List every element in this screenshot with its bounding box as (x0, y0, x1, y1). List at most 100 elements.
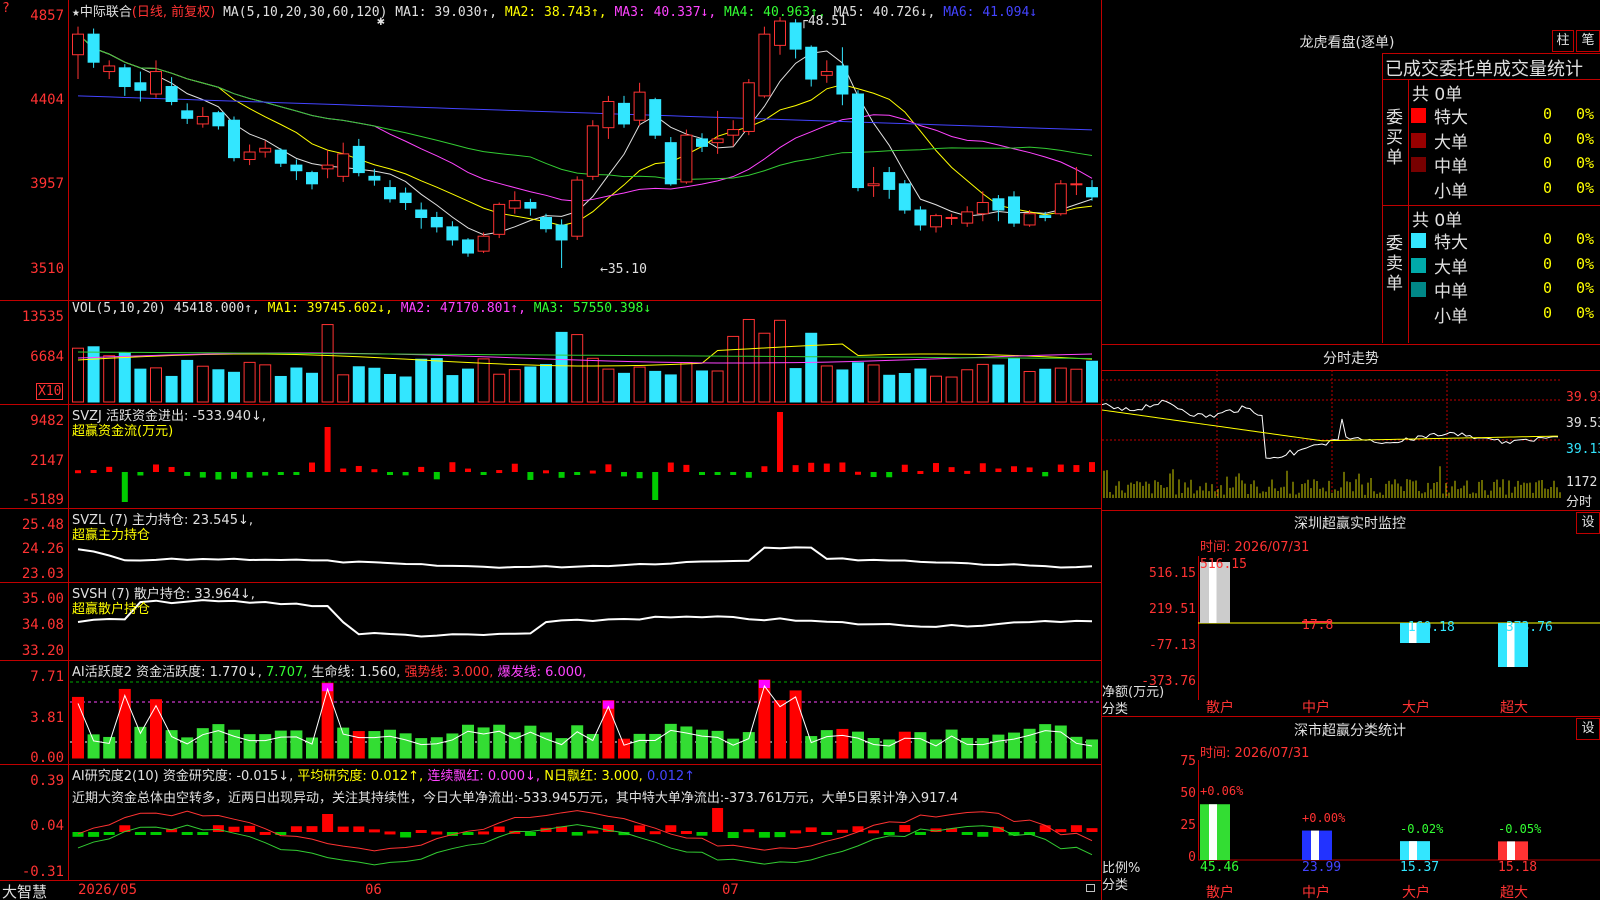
ai-research-bar (899, 825, 911, 832)
ai-research-bar (524, 832, 536, 836)
ai-active-bar (524, 725, 537, 759)
svzj-bar (340, 468, 347, 472)
sell-row-label: 小单 (1434, 306, 1468, 327)
monitor-cat: 散户 (1206, 700, 1234, 716)
price-tick: 4404 (30, 92, 64, 108)
candle-body (1054, 183, 1067, 215)
candle-body (820, 71, 833, 76)
vol-bar (87, 346, 100, 403)
vol-bar (992, 364, 1005, 403)
ai-active-bar (1054, 725, 1067, 759)
classify-cat: 大户 (1402, 885, 1430, 900)
vol-bar (867, 364, 880, 403)
classify-tick: 75 (1180, 754, 1196, 769)
vol-label: VOL(5,10,20) (72, 301, 166, 316)
ai-research-bar (805, 827, 817, 832)
classify-value: 15.37 (1400, 860, 1440, 875)
ai-active-bar (898, 731, 911, 759)
intraday-vol-tick: 1172 (1566, 475, 1598, 490)
ai-research-bar (415, 830, 427, 834)
vol-bar (337, 374, 350, 403)
svzj-bar (1057, 464, 1064, 472)
classify-settings-button[interactable]: 设 (1576, 718, 1600, 740)
ai-active-bar (290, 730, 303, 759)
candle-body (727, 129, 740, 136)
candle-body (399, 192, 412, 204)
intraday-avg-line (1102, 409, 1559, 442)
candle-body (196, 115, 209, 125)
sell-row-pct: 0% (1576, 303, 1595, 322)
ai-research-bar (400, 832, 412, 838)
vol-tick: 6684 (30, 349, 64, 365)
intraday-chart[interactable] (1102, 370, 1600, 510)
svzj-bar (496, 470, 503, 474)
classify-change: -0.05% (1498, 822, 1542, 836)
svsh-sub: 超赢散户持仓 (72, 602, 151, 617)
ai-active-bar (243, 734, 256, 759)
svzj-bar (75, 470, 81, 474)
svzj-bar (855, 471, 861, 475)
classify-tick: 50 (1180, 786, 1196, 801)
svzl-tick: 24.26 (21, 541, 64, 557)
period-label[interactable]: (日线, 前复权) (132, 5, 215, 20)
vol-bar (649, 370, 662, 403)
svzj-bar (465, 468, 471, 472)
classify-value: 15.18 (1498, 860, 1538, 875)
bar-mode-button[interactable]: 柱 (1552, 30, 1574, 52)
vol-bar (493, 373, 506, 403)
main-chart-area[interactable]: ? ★中际联合(日线, 前复权) MA(5,10,20,30,60,120) M… (0, 0, 1102, 900)
svzj-bar (652, 472, 659, 500)
date-tick: 07 (722, 882, 739, 898)
sell-row-label: 中单 (1434, 282, 1468, 302)
ma6-value: MA6: 41.094↓ (943, 5, 1038, 20)
vol-bar (368, 367, 381, 403)
candle-body (212, 112, 225, 127)
candle-body (1023, 213, 1036, 226)
favorite-star-icon[interactable]: ★ (72, 5, 80, 20)
ai-research-bar (181, 832, 193, 835)
candle-body (758, 33, 771, 97)
vol-bar (1054, 367, 1067, 403)
classify-change: -0.02% (1400, 822, 1444, 836)
ai-research-bar (150, 832, 162, 835)
svzj-bar (231, 472, 237, 479)
svzj-bar (1011, 466, 1017, 472)
ai-research-bar (680, 831, 692, 835)
ai-active-bar (789, 690, 802, 759)
sell-swatch (1411, 306, 1426, 322)
candle-body (680, 134, 693, 183)
ai-active-label: AI活跃度2 资金活跃度: 1.770↓, (72, 665, 262, 680)
svzj-bar (699, 472, 705, 475)
vol-bar (103, 355, 116, 403)
candle-body (462, 239, 474, 254)
candle-body (836, 65, 849, 95)
vol-bar (805, 332, 818, 403)
ai-research-tick: 0.04 (30, 818, 64, 834)
candle-body (337, 153, 350, 177)
sell-row-pct: 0% (1576, 279, 1595, 297)
ai-active-bar (212, 724, 225, 759)
candle-body (134, 82, 147, 91)
svzj-bar (90, 470, 97, 474)
buy-row-label: 大单 (1434, 132, 1468, 153)
tick-mode-button[interactable]: 笔 (1576, 30, 1600, 52)
monitor-value: 516.15 (1200, 557, 1247, 572)
candle-body (477, 235, 490, 252)
monitor-value: -373.76 (1498, 620, 1553, 635)
candle-body (321, 164, 334, 170)
candle-body (243, 151, 256, 160)
monitor-settings-button[interactable]: 设 (1576, 512, 1600, 534)
candle-body (1070, 183, 1083, 186)
svzj-bar (667, 462, 674, 472)
vol-unit-badge[interactable]: X10 (36, 383, 64, 400)
lock-icon[interactable] (1086, 884, 1095, 892)
ai-active-bar (477, 727, 490, 759)
vol-bar (633, 366, 646, 403)
ai-research-bar (431, 831, 443, 835)
svzj-bar (745, 472, 752, 478)
star-marker: ✱ (377, 14, 385, 29)
ai-research-bar (1055, 829, 1067, 833)
ai-active-life: 生命线: 1.560, (311, 665, 401, 680)
svzl-tick: 23.03 (21, 566, 64, 582)
candle-body (555, 224, 568, 241)
